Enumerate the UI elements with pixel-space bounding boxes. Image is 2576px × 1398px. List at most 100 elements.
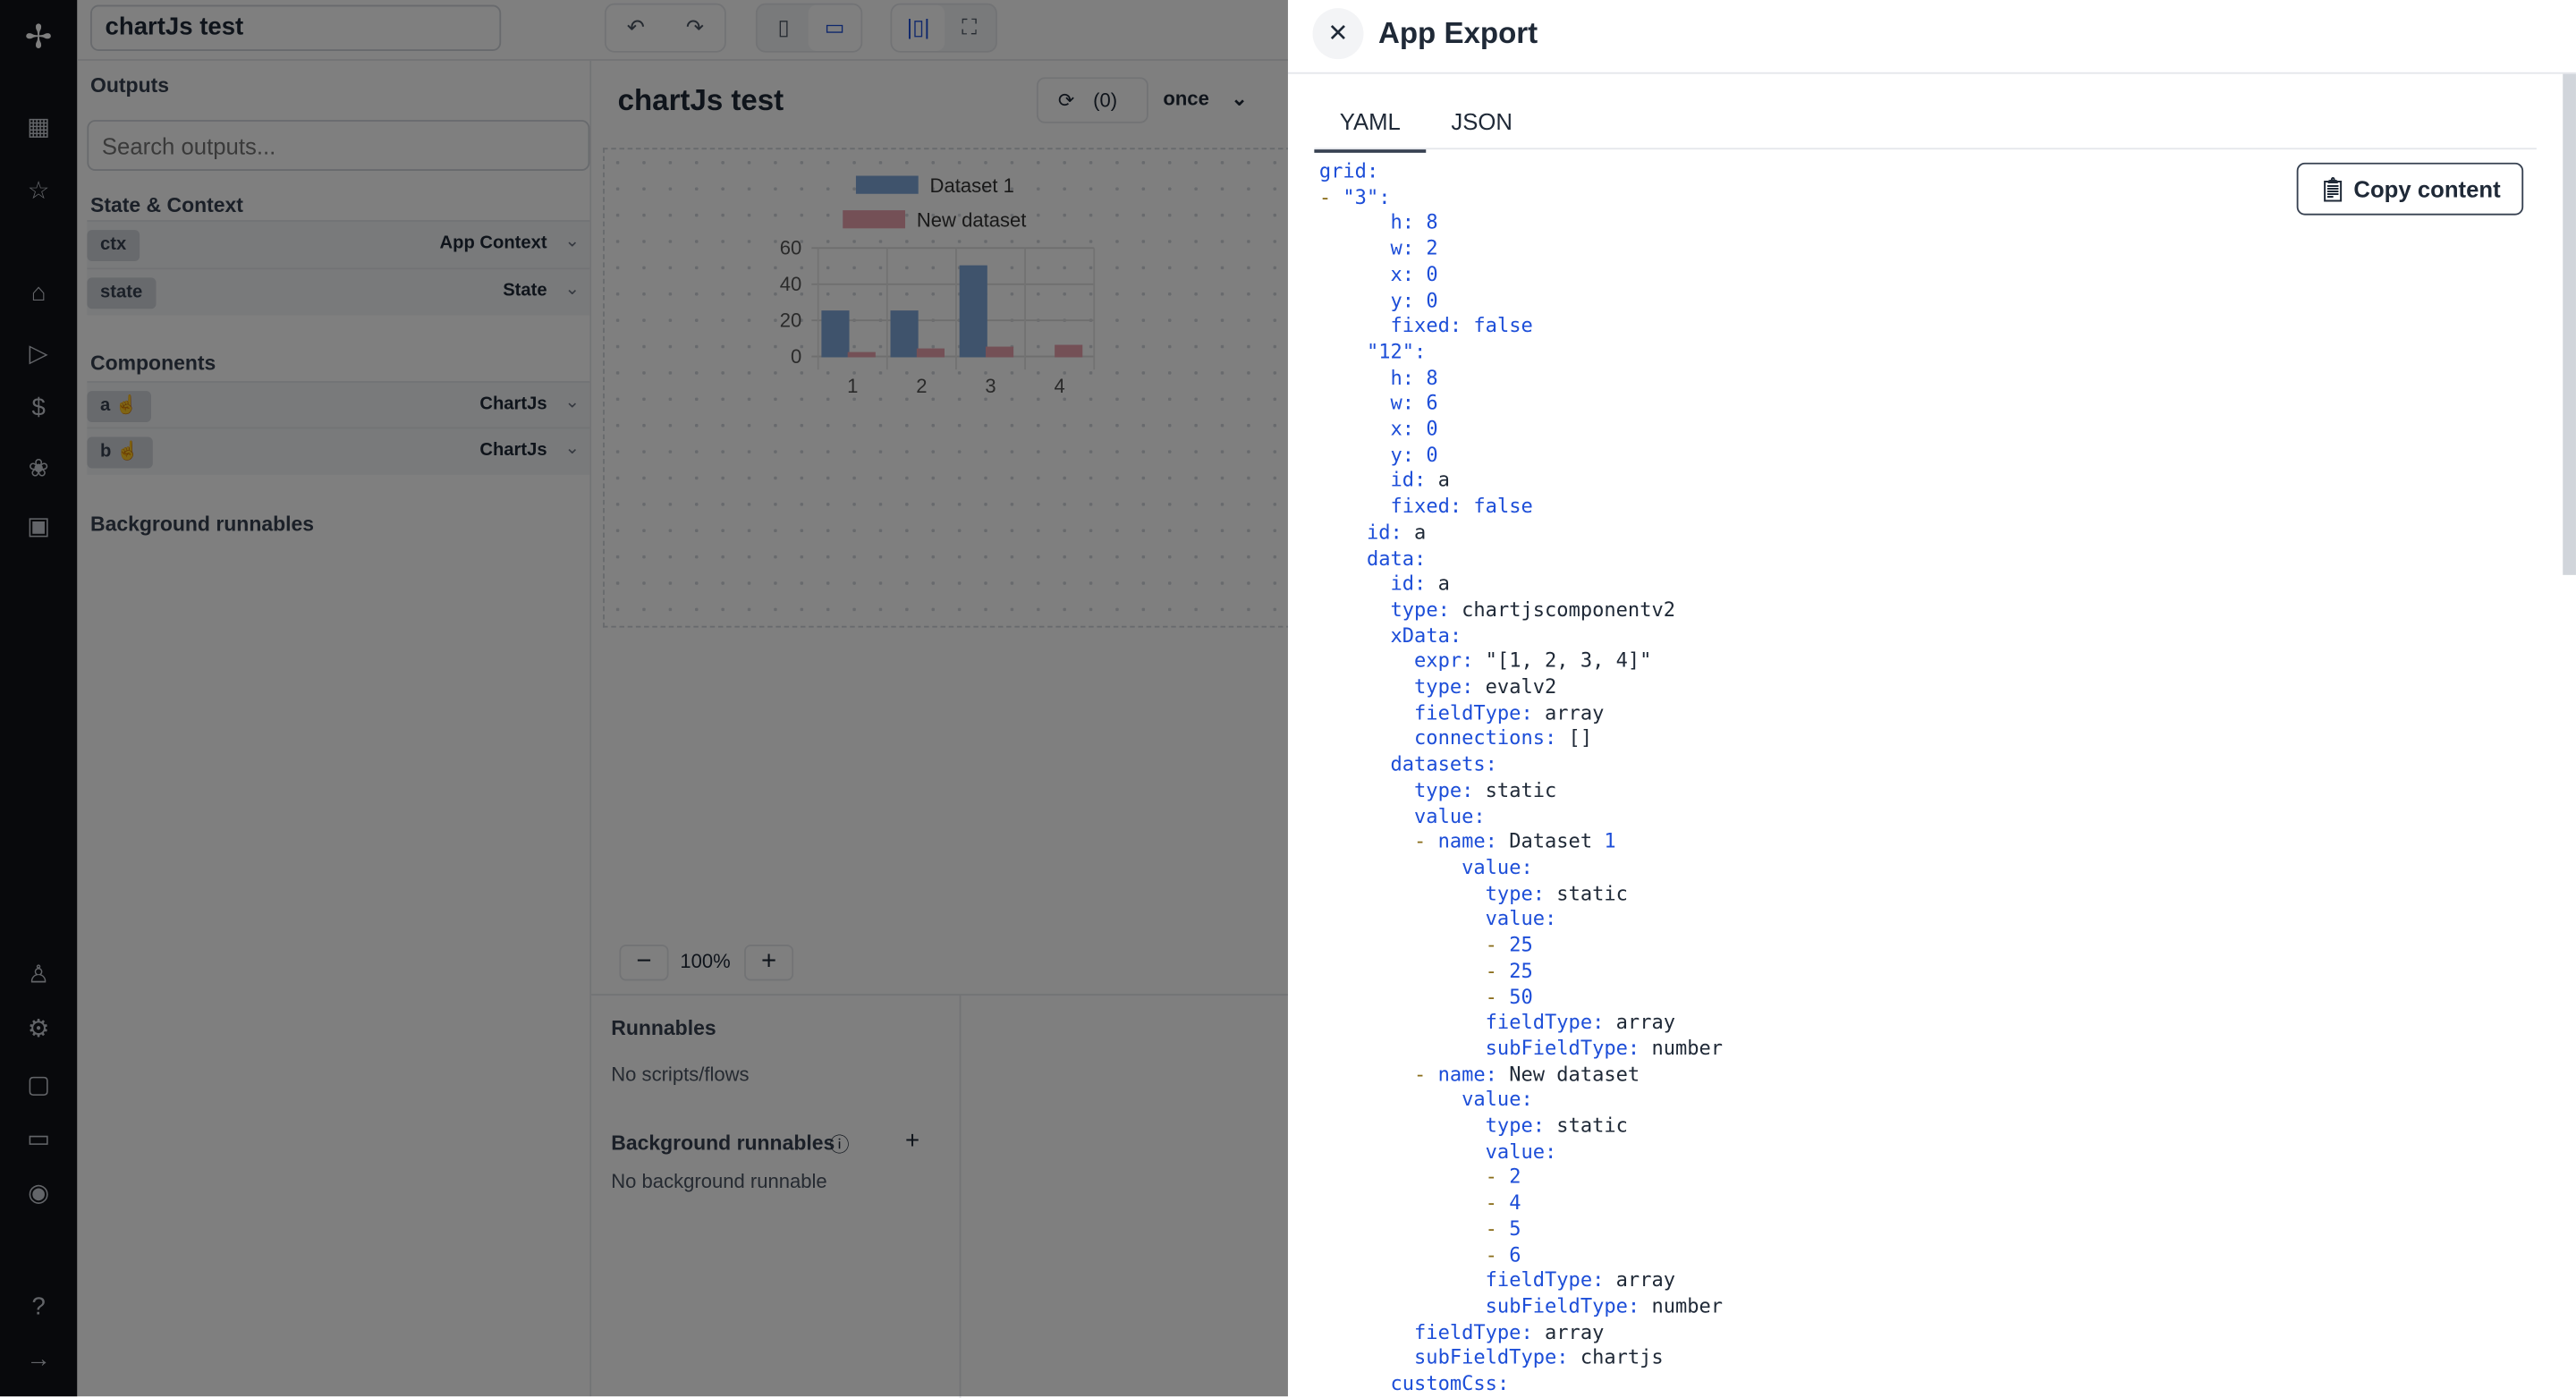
code-line: connections: [] — [1414, 726, 1593, 750]
yaml-value: a — [1437, 572, 1450, 596]
tab-json[interactable]: JSON — [1436, 108, 1528, 149]
yaml-key: h — [1390, 365, 1402, 389]
yaml-key: x — [1390, 417, 1402, 441]
yaml-key: "3" — [1343, 185, 1379, 208]
code-line: value: — [1414, 804, 1486, 827]
yaml-value: 2 — [1426, 236, 1438, 260]
yaml-value: 0 — [1426, 288, 1438, 312]
yaml-value: 4 — [1509, 1190, 1521, 1215]
yaml-key: id — [1390, 572, 1415, 596]
close-icon: ✕ — [1327, 20, 1349, 48]
yaml-key: grid — [1318, 159, 1367, 182]
code-line: subFieldType: number — [1485, 1294, 1724, 1318]
code-line: type: chartjscomponentv2 — [1390, 597, 1676, 622]
yaml-value: number — [1651, 1036, 1724, 1060]
code-line: - 50 — [1319, 985, 1723, 1011]
code-line: - 4 — [1319, 1191, 1723, 1217]
modal-overlay[interactable] — [0, 0, 1288, 1397]
yaml-value: 6 — [1509, 1242, 1521, 1267]
yaml-value: array — [1545, 1320, 1605, 1343]
code-line: value: — [1485, 1140, 1557, 1163]
yaml-key: connections — [1414, 726, 1546, 750]
code-line: type: static — [1485, 881, 1628, 905]
drawer-title: App Export — [1377, 16, 1538, 50]
yaml-key: value — [1485, 907, 1546, 931]
code-line: data: — [1366, 546, 1427, 570]
yaml-key: fieldType — [1485, 1268, 1593, 1292]
list-dash: - — [1414, 1062, 1438, 1086]
code-line: fixed: false — [1390, 314, 1533, 337]
yaml-code-view[interactable]: grid: - "3": h: 8 w: 2 x: 0 y: 0 fixed: f… — [1319, 159, 1723, 1397]
yaml-value: a — [1414, 520, 1427, 544]
code-line: h: 8 — [1390, 365, 1438, 389]
yaml-key: xData — [1390, 623, 1450, 648]
list-dash: - — [1485, 1242, 1510, 1267]
yaml-key: type — [1485, 1114, 1533, 1138]
code-line: - 2 — [1319, 1165, 1723, 1191]
yaml-key: type — [1414, 778, 1462, 802]
yaml-value: 1 — [1604, 830, 1616, 853]
copy-content-button[interactable]: 📋︎ Copy content — [2296, 162, 2524, 216]
code-line: w: 2 — [1390, 236, 1438, 260]
yaml-key: fieldType — [1485, 1010, 1593, 1034]
code-line: - 25 — [1319, 959, 1723, 985]
yaml-key: subFieldType — [1485, 1294, 1628, 1318]
yaml-key: name — [1437, 1062, 1486, 1086]
list-dash: - — [1485, 985, 1510, 1008]
yaml-key: value — [1462, 855, 1521, 879]
yaml-value: array — [1545, 700, 1605, 724]
code-line: type: static — [1414, 778, 1557, 802]
tab-yaml[interactable]: YAML — [1314, 108, 1427, 153]
yaml-value: 8 — [1426, 365, 1438, 389]
yaml-value: chartjscomponentv2 — [1462, 597, 1676, 622]
yaml-key: id — [1366, 520, 1391, 544]
yaml-key: "12" — [1366, 340, 1415, 363]
yaml-key: fieldType — [1414, 700, 1521, 724]
yaml-key: value — [1462, 1088, 1521, 1112]
yaml-value: array — [1615, 1010, 1676, 1034]
list-dash: - — [1318, 185, 1343, 208]
yaml-value: 50 — [1509, 985, 1533, 1008]
yaml-value: static — [1556, 1114, 1628, 1138]
code-line: type: evalv2 — [1414, 674, 1557, 699]
yaml-value: 0 — [1426, 417, 1438, 441]
yaml-key: y — [1390, 288, 1402, 312]
code-line: h: 8 — [1390, 210, 1438, 234]
close-button[interactable]: ✕ — [1312, 8, 1364, 60]
code-line: - 25 — [1319, 933, 1723, 959]
code-line: - name: Dataset 1 — [1414, 830, 1616, 853]
yaml-key: name — [1437, 830, 1486, 853]
clipboard-icon: 📋︎ — [2318, 175, 2348, 202]
code-line: "12": — [1366, 340, 1427, 363]
yaml-key: type — [1414, 674, 1462, 699]
yaml-value: New dataset — [1509, 1062, 1640, 1086]
yaml-key: subFieldType — [1414, 1345, 1557, 1369]
yaml-value: 2 — [1509, 1165, 1521, 1189]
code-line: customCss: — [1390, 1371, 1510, 1395]
yaml-value: 0 — [1426, 443, 1438, 467]
code-line: fixed: false — [1390, 495, 1533, 518]
code-line: expr: "[1, 2, 3, 4]" — [1414, 649, 1652, 673]
yaml-value: evalv2 — [1485, 674, 1557, 699]
yaml-value: 8 — [1426, 210, 1438, 234]
code-line: xData: — [1390, 623, 1462, 648]
list-dash: - — [1485, 1216, 1510, 1241]
yaml-value: Dataset — [1509, 830, 1605, 853]
code-line: fieldType: array — [1485, 1010, 1676, 1034]
code-line: id: a — [1390, 572, 1450, 596]
yaml-value: 25 — [1509, 959, 1533, 982]
list-dash: - — [1485, 1165, 1510, 1189]
yaml-value: 5 — [1509, 1216, 1521, 1241]
yaml-key: value — [1485, 1140, 1546, 1163]
list-dash: - — [1485, 959, 1510, 982]
yaml-value: false — [1473, 314, 1533, 337]
yaml-key: data — [1366, 546, 1415, 570]
list-dash: - — [1485, 933, 1510, 957]
copy-label: Copy content — [2353, 175, 2501, 202]
yaml-value: static — [1485, 778, 1557, 802]
scrollbar[interactable] — [2563, 73, 2576, 575]
code-line: type: static — [1485, 1114, 1628, 1138]
yaml-key: customCss — [1390, 1371, 1497, 1395]
code-line: grid: — [1318, 159, 1379, 182]
code-line: id: a — [1390, 469, 1450, 492]
